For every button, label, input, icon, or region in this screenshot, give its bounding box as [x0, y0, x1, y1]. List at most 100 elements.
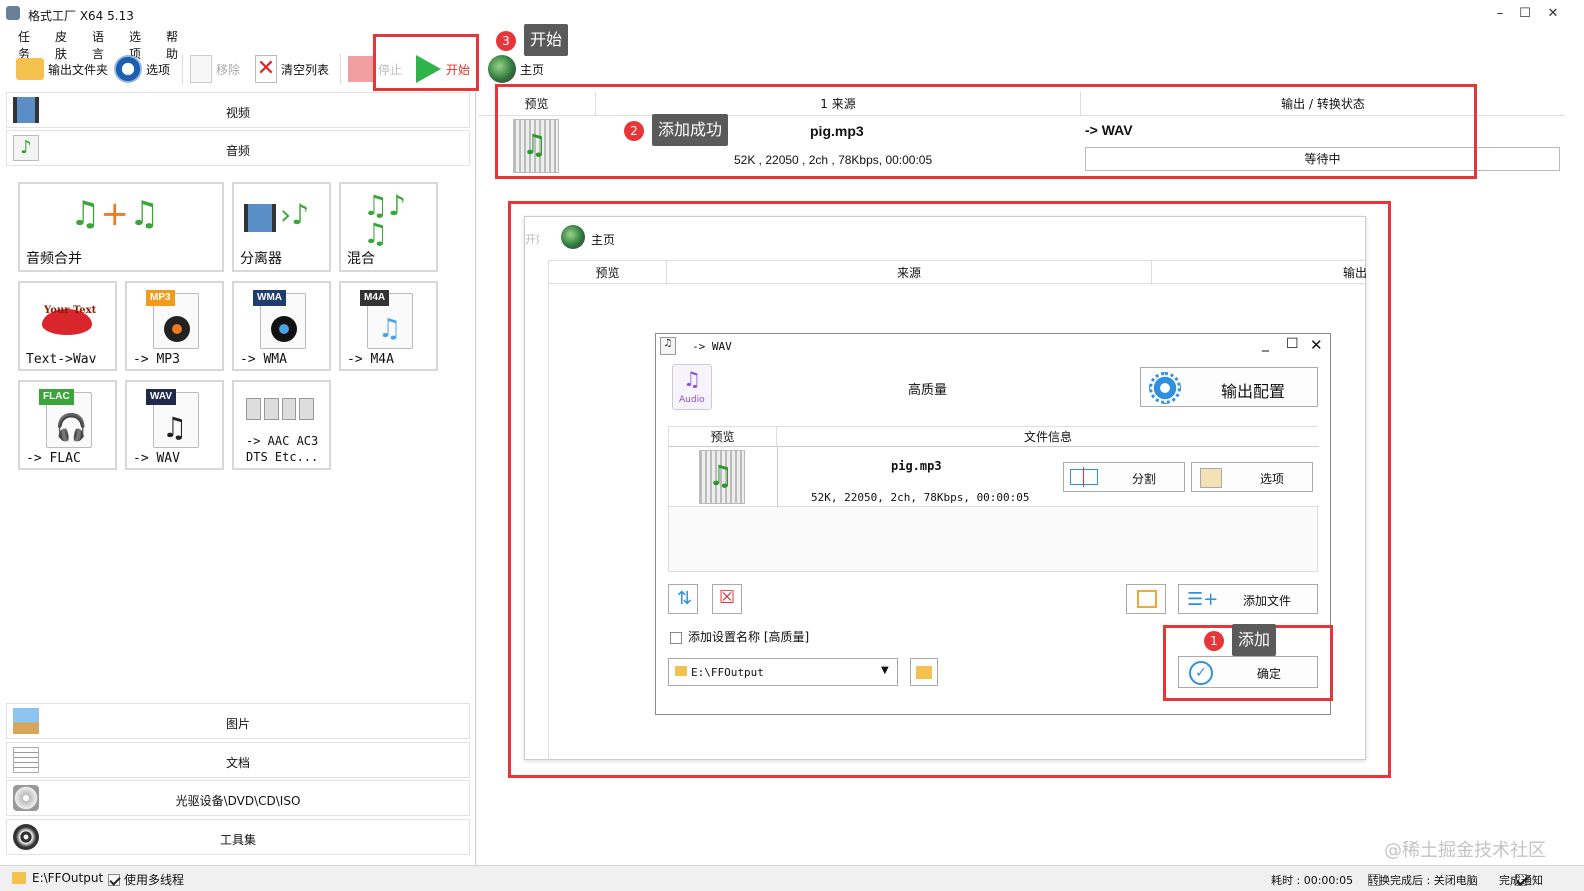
- tile-to-flac[interactable]: FLAC 🎧 -> FLAC: [18, 380, 117, 470]
- dialog-wav-icon: ♫: [660, 337, 676, 355]
- stop-icon: [348, 56, 374, 82]
- multithread-label: 使用多线程: [124, 873, 185, 887]
- title-bar: 格式工厂 X64 5.13 – ☐ ✕: [0, 0, 1584, 28]
- dialog-file-name: pig.mp3: [891, 459, 942, 473]
- options-tools-icon: [1200, 468, 1222, 488]
- category-video[interactable]: 视频: [6, 92, 470, 128]
- browse-folder-button[interactable]: [910, 658, 938, 686]
- globe-icon: [488, 55, 516, 83]
- inset-list-header: 预览 来源 输出: [549, 260, 1367, 285]
- dialog-options-button[interactable]: 选项: [1191, 462, 1313, 492]
- tile-splitter[interactable]: ›♪ 分离器: [232, 182, 331, 272]
- tile-to-mp3[interactable]: MP3 -> MP3: [125, 281, 224, 371]
- tile-text-to-wav[interactable]: Your Text Text->Wav: [18, 281, 117, 371]
- disc-icon: [164, 316, 190, 342]
- browse-folder-icon: [916, 666, 932, 679]
- status-output-path[interactable]: E:\FFOutput: [32, 871, 103, 885]
- cd-note-icon: ♫: [378, 314, 402, 344]
- maximize-icon[interactable]: ☐: [1515, 4, 1535, 24]
- add-setting-name-checkbox[interactable]: [670, 631, 682, 644]
- window-title: 格式工厂 X64 5.13: [28, 9, 134, 23]
- status-folder-icon: [12, 872, 26, 884]
- tile-to-wav[interactable]: WAV ♫ -> WAV: [125, 380, 224, 470]
- inset-home-label: 主页: [591, 233, 616, 247]
- app-icon: [6, 6, 20, 20]
- dialog-file-thumb-icon: ♫: [699, 450, 745, 504]
- film-to-note-icon: [244, 204, 276, 232]
- dialog-close-icon[interactable]: ✕: [1310, 336, 1323, 354]
- dialog-maximize-icon[interactable]: ☐: [1286, 336, 1299, 352]
- add-file-button[interactable]: ☰+ 添加文件: [1178, 584, 1318, 614]
- arrow-note-icon: ›♪: [280, 198, 310, 231]
- elapsed-time: 耗时 : 00:00:05: [1271, 874, 1354, 887]
- mix-notes-icon: ♫♪ ♫: [363, 189, 406, 250]
- category-optical[interactable]: 光驱设备\DVD\CD\ISO: [6, 780, 470, 816]
- output-folder-button[interactable]: 输出文件夹: [16, 52, 108, 86]
- options-gear-icon: [114, 55, 142, 83]
- watermark: @稀土掘金技术社区: [1384, 840, 1546, 861]
- multi-format-icon: [246, 398, 314, 420]
- remove-doc-icon: [190, 55, 212, 83]
- annotation-3-badge: 3: [496, 31, 516, 51]
- inset-globe-icon: [561, 225, 585, 249]
- tile-mix[interactable]: ♫♪ ♫ 混合: [339, 182, 438, 272]
- add-folder-button[interactable]: [1126, 584, 1166, 614]
- add-folder-icon: [1137, 590, 1157, 608]
- add-setting-name-label: 添加设置名称 [高质量]: [688, 630, 810, 644]
- add-file-icon: ☰+: [1187, 589, 1219, 610]
- gear-icon: [1149, 372, 1181, 404]
- home-button[interactable]: 主页: [488, 52, 544, 86]
- dialog-file-info: 52K, 22050, 2ch, 78Kbps, 00:00:05: [811, 491, 1030, 504]
- delete-file-icon: ☒: [719, 587, 736, 608]
- clear-list-button[interactable]: ✕ 清空列表: [255, 52, 329, 86]
- remove-button[interactable]: 移除: [190, 52, 240, 86]
- options-button[interactable]: 选项: [114, 52, 170, 86]
- annotation-1-tooltip: 添加: [1232, 624, 1277, 656]
- headphones-icon: 🎧: [55, 413, 88, 443]
- minimize-icon[interactable]: –: [1490, 4, 1510, 24]
- notify-label: 完成通知: [1499, 874, 1543, 887]
- mp3-file-icon: MP3: [146, 290, 199, 349]
- folder-icon: [16, 58, 44, 80]
- split-icon: [1070, 467, 1098, 487]
- status-bar: E:\FFOutput 使用多线程 耗时 : 00:00:05 转换完成后 : …: [0, 865, 1584, 891]
- sort-arrows-icon: ⇅: [677, 588, 693, 609]
- wav-file-icon: WAV ♫: [146, 389, 199, 448]
- tile-to-aac-ac3[interactable]: -> AAC AC3 DTS Etc...: [232, 380, 331, 470]
- merge-notes-icon: ♫+♫: [70, 194, 160, 234]
- wma-disc-icon: [271, 316, 297, 342]
- multithread-checkbox[interactable]: [108, 873, 120, 886]
- output-path-select[interactable]: E:\FFOutput ▼: [668, 658, 898, 686]
- quality-label: 高质量: [908, 383, 948, 398]
- annotation-2-badge: 2: [624, 121, 644, 141]
- chevron-down-icon: ▼: [881, 665, 889, 676]
- clear-x-icon: ✕: [255, 55, 277, 83]
- category-document[interactable]: 文档: [6, 742, 470, 778]
- delete-file-button[interactable]: ☒: [712, 584, 742, 614]
- dialog-file-row[interactable]: ♫ pig.mp3 52K, 22050, 2ch, 78Kbps, 00:00…: [669, 447, 1319, 507]
- audio-format-icon: ♫ Audio: [672, 364, 712, 410]
- category-panel: 视频 ♪ 音频 ♫+♫ 音频合并 ›♪ 分离器 ♫♪ ♫ 混合 Your Text…: [0, 92, 476, 865]
- tile-audio-merge[interactable]: ♫+♫ 音频合并: [18, 182, 224, 272]
- wav-notes-icon: ♫: [162, 411, 188, 444]
- m4a-file-icon: M4A ♫: [360, 290, 413, 349]
- category-audio[interactable]: ♪ 音频: [6, 130, 470, 166]
- split-button[interactable]: 分割: [1063, 462, 1185, 492]
- annotation-2-tooltip: 添加成功: [652, 114, 729, 146]
- annotation-3-tooltip: 开始: [524, 24, 569, 56]
- dialog-file-table: 预览 文件信息 ♫ pig.mp3 52K, 22050, 2ch, 78Kbp…: [668, 426, 1319, 572]
- annotation-1-badge: 1: [1204, 631, 1224, 651]
- output-config-button[interactable]: 输出配置: [1140, 367, 1318, 407]
- category-image[interactable]: 图片: [6, 703, 470, 739]
- tile-to-wma[interactable]: WMA -> WMA: [232, 281, 331, 371]
- close-icon[interactable]: ✕: [1543, 4, 1563, 24]
- flac-file-icon: FLAC 🎧: [39, 389, 92, 448]
- tile-to-m4a[interactable]: M4A ♫ -> M4A: [339, 281, 438, 371]
- dialog-minimize-icon[interactable]: _: [1262, 336, 1269, 352]
- category-tools[interactable]: 工具集: [6, 819, 470, 855]
- path-folder-icon: [675, 666, 687, 676]
- dialog-title: -> WAV: [692, 340, 732, 353]
- shutdown-label: 转换完成后 : 关闭电脑: [1368, 874, 1478, 887]
- wma-file-icon: WMA: [253, 290, 306, 349]
- sort-button[interactable]: ⇅: [668, 584, 698, 614]
